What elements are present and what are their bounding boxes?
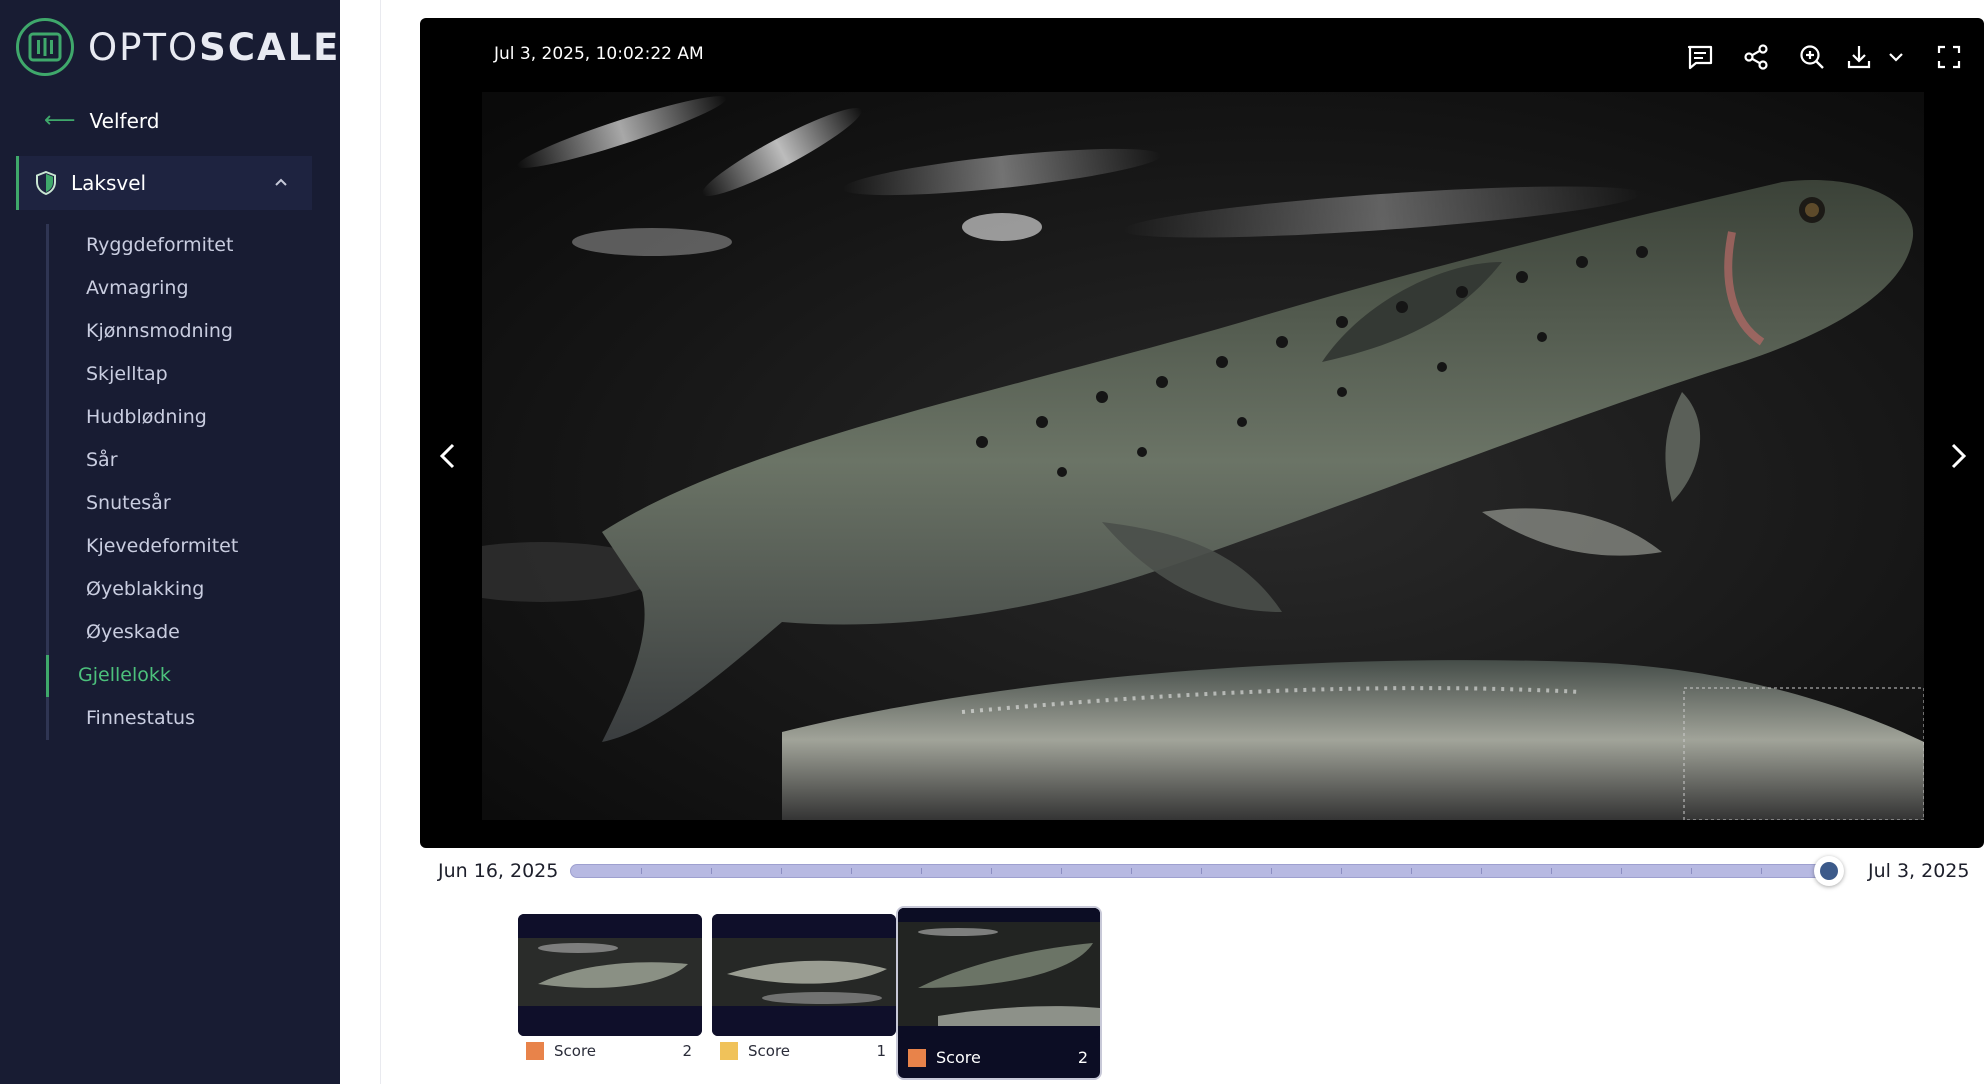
chevron-down-icon: [1889, 53, 1903, 62]
timeline-tick: [1761, 868, 1762, 874]
timeline-tick: [1341, 868, 1342, 874]
timeline-handle[interactable]: [1814, 856, 1844, 886]
timeline-tick: [641, 868, 642, 874]
timeline-tick: [1691, 868, 1692, 874]
previous-image-button[interactable]: [438, 442, 458, 474]
fish-photo[interactable]: [482, 92, 1924, 820]
next-image-button[interactable]: [1948, 442, 1968, 474]
thumbnail-card-selected[interactable]: Score 2: [898, 908, 1100, 1078]
sidebar-item-finnestatus[interactable]: Finnestatus: [86, 707, 195, 729]
sidebar: OPTOSCALE ⟵ Velferd Laksvel Ryggdeformit…: [0, 0, 340, 1084]
chevron-left-icon: [439, 443, 455, 469]
divider: [380, 0, 381, 1084]
thumbnail-meta: Score 2: [526, 1042, 702, 1060]
thumbnail-image: [898, 908, 1100, 1038]
sidebar-item-kjonnsmodning[interactable]: Kjønnsmodning: [86, 320, 233, 342]
share-icon: [1744, 44, 1768, 70]
nav-group-laksvel[interactable]: Laksvel: [16, 156, 312, 210]
back-link-label: Velferd: [89, 108, 160, 133]
timeline-tick: [851, 868, 852, 874]
shield-icon: [35, 171, 57, 195]
back-link[interactable]: ⟵ Velferd: [44, 108, 159, 133]
comment-button[interactable]: [1672, 32, 1728, 82]
fullscreen-button[interactable]: [1914, 32, 1984, 82]
sidebar-item-sar[interactable]: Sår: [86, 449, 118, 471]
score-color-swatch: [720, 1042, 738, 1060]
timeline-track[interactable]: [570, 864, 1832, 878]
logo-icon: [16, 18, 74, 76]
sidebar-item-hudblodning[interactable]: Hudblødning: [86, 406, 207, 428]
timeline-tick: [921, 868, 922, 874]
timeline-tick: [1551, 868, 1552, 874]
sidebar-item-skjelltap[interactable]: Skjelltap: [86, 363, 168, 385]
image-viewer: Jul 3, 2025, 10:02:22 AM: [420, 18, 1984, 848]
fish-photo-illustration: [482, 92, 1924, 820]
thumbnail-meta: Score 2: [908, 1048, 1094, 1067]
sidebar-item-ryggdeformitet[interactable]: Ryggdeformitet: [86, 234, 233, 256]
chevron-up-icon: [274, 175, 288, 191]
score-color-swatch: [526, 1042, 544, 1060]
timeline-handle-dot: [1820, 862, 1838, 880]
thumbnail-card[interactable]: Score 1: [712, 914, 896, 1064]
comment-icon: [1687, 45, 1713, 70]
timeline-tick: [1481, 868, 1482, 874]
score-label: Score: [936, 1048, 981, 1067]
sidebar-item-oyeskade[interactable]: Øyeskade: [86, 621, 180, 643]
timeline-tick: [1271, 868, 1272, 874]
active-indicator: [46, 655, 49, 697]
image-timestamp: Jul 3, 2025, 10:02:22 AM: [494, 44, 704, 64]
timeline-tick: [711, 868, 712, 874]
arrow-left-icon: ⟵: [44, 108, 76, 133]
thumbnail-card[interactable]: Score 2: [518, 914, 702, 1064]
thumbnail-image: [518, 914, 702, 1036]
score-label: Score: [748, 1042, 791, 1060]
thumbnail-meta: Score 1: [720, 1042, 896, 1060]
share-button[interactable]: [1728, 32, 1784, 82]
score-value: 1: [876, 1042, 886, 1060]
timeline-tick: [1201, 868, 1202, 874]
sidebar-item-gjellelokk[interactable]: Gjellelokk: [78, 664, 171, 686]
score-label: Score: [554, 1042, 597, 1060]
timeline-tick: [1061, 868, 1062, 874]
download-menu-button[interactable]: [1878, 32, 1914, 82]
timeline-tick: [991, 868, 992, 874]
thumbnail-image: [712, 914, 896, 1036]
timeline-tick: [781, 868, 782, 874]
logo[interactable]: OPTOSCALE: [16, 18, 340, 76]
sidebar-item-avmagring[interactable]: Avmagring: [86, 277, 189, 299]
timeline-start-date: Jun 16, 2025: [438, 860, 559, 882]
viewer-toolbar: [1672, 32, 1984, 82]
timeline-tick: [1411, 868, 1412, 874]
download-icon: [1847, 46, 1871, 69]
fullscreen-icon: [1937, 45, 1961, 69]
sidebar-item-kjevedeformitet[interactable]: Kjevedeformitet: [86, 535, 238, 557]
sidebar-item-snutesar[interactable]: Snutesår: [86, 492, 171, 514]
score-value: 2: [1077, 1048, 1088, 1067]
score-value: 2: [682, 1042, 692, 1060]
score-color-swatch: [908, 1048, 926, 1067]
timeline-end-date: Jul 3, 2025: [1868, 860, 1970, 882]
zoom-in-icon: [1800, 45, 1824, 69]
chevron-right-icon: [1951, 443, 1967, 469]
timeline-tick: [1131, 868, 1132, 874]
nav-group-label: Laksvel: [71, 171, 147, 195]
zoom-in-button[interactable]: [1784, 32, 1840, 82]
timeline-tick: [1621, 868, 1622, 874]
sidebar-item-oyeblakking[interactable]: Øyeblakking: [86, 578, 204, 600]
logo-text: OPTOSCALE: [88, 25, 341, 69]
download-button[interactable]: [1840, 32, 1878, 82]
